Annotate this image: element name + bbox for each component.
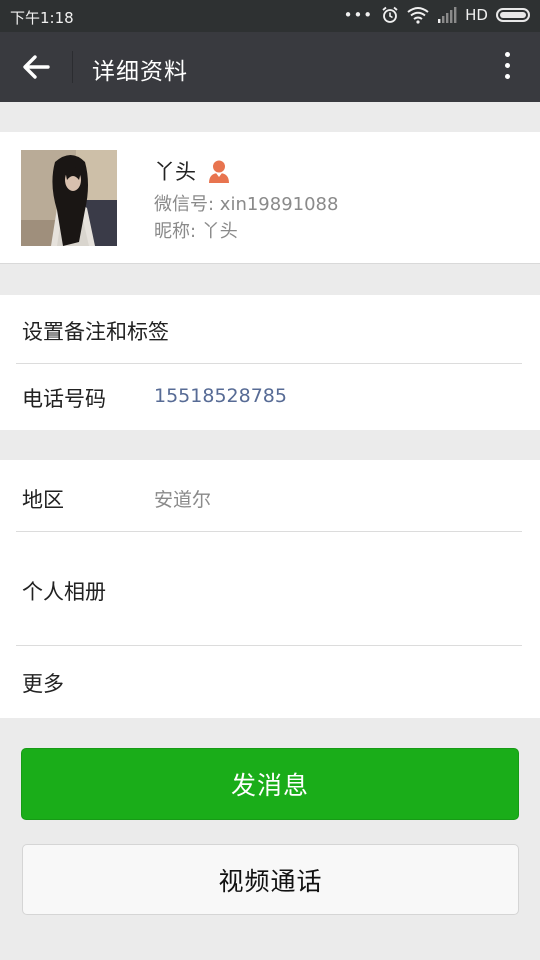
info-group: 地区 安道尔 个人相册 更多 — [0, 460, 540, 718]
signal-icon — [438, 7, 457, 23]
network-type-label: HD — [465, 6, 488, 24]
more-label: 更多 — [22, 672, 64, 696]
back-arrow-icon[interactable] — [18, 50, 54, 84]
row-remark-tags[interactable]: 设置备注和标签 — [0, 295, 540, 363]
row-personal-album[interactable]: 个人相册 — [0, 532, 540, 645]
row-more[interactable]: 更多 — [0, 646, 540, 718]
wechat-id: 微信号: xin19891088 — [154, 194, 339, 215]
region-value: 安道尔 — [154, 489, 212, 511]
more-options-icon[interactable] — [502, 48, 512, 86]
status-time: 下午1:18 — [10, 9, 74, 27]
phone-number-link[interactable]: 15518528785 — [154, 385, 287, 407]
row-region: 地区 安道尔 — [0, 460, 540, 531]
status-bar: 下午1:18 ••• HD — [0, 0, 540, 32]
phone-label: 电话号码 — [22, 387, 106, 411]
female-gender-icon — [209, 160, 229, 183]
page-title: 详细资料 — [92, 59, 188, 85]
wifi-icon — [407, 7, 429, 24]
app-bar: 详细资料 — [0, 32, 540, 102]
battery-icon — [496, 8, 530, 22]
nickname: 昵称: 丫头 — [154, 221, 238, 242]
profile-name-line: 丫头 — [154, 156, 230, 186]
profile-card: 丫头 微信号: xin19891088 昵称: 丫头 — [0, 132, 540, 264]
avatar[interactable] — [21, 150, 117, 246]
profile-name: 丫头 — [154, 160, 196, 184]
contact-group: 设置备注和标签 电话号码 15518528785 — [0, 295, 540, 430]
video-call-button[interactable]: 视频通话 — [22, 844, 519, 915]
app-bar-divider — [72, 51, 73, 83]
alarm-icon — [382, 6, 398, 23]
row-phone[interactable]: 电话号码 15518528785 — [0, 364, 540, 430]
personal-album-label: 个人相册 — [22, 580, 106, 604]
send-message-button[interactable]: 发消息 — [21, 748, 519, 820]
status-icons: ••• HD — [344, 6, 530, 24]
notification-dots-icon: ••• — [343, 5, 374, 24]
remark-tags-label: 设置备注和标签 — [22, 320, 169, 344]
region-label: 地区 — [22, 488, 64, 512]
